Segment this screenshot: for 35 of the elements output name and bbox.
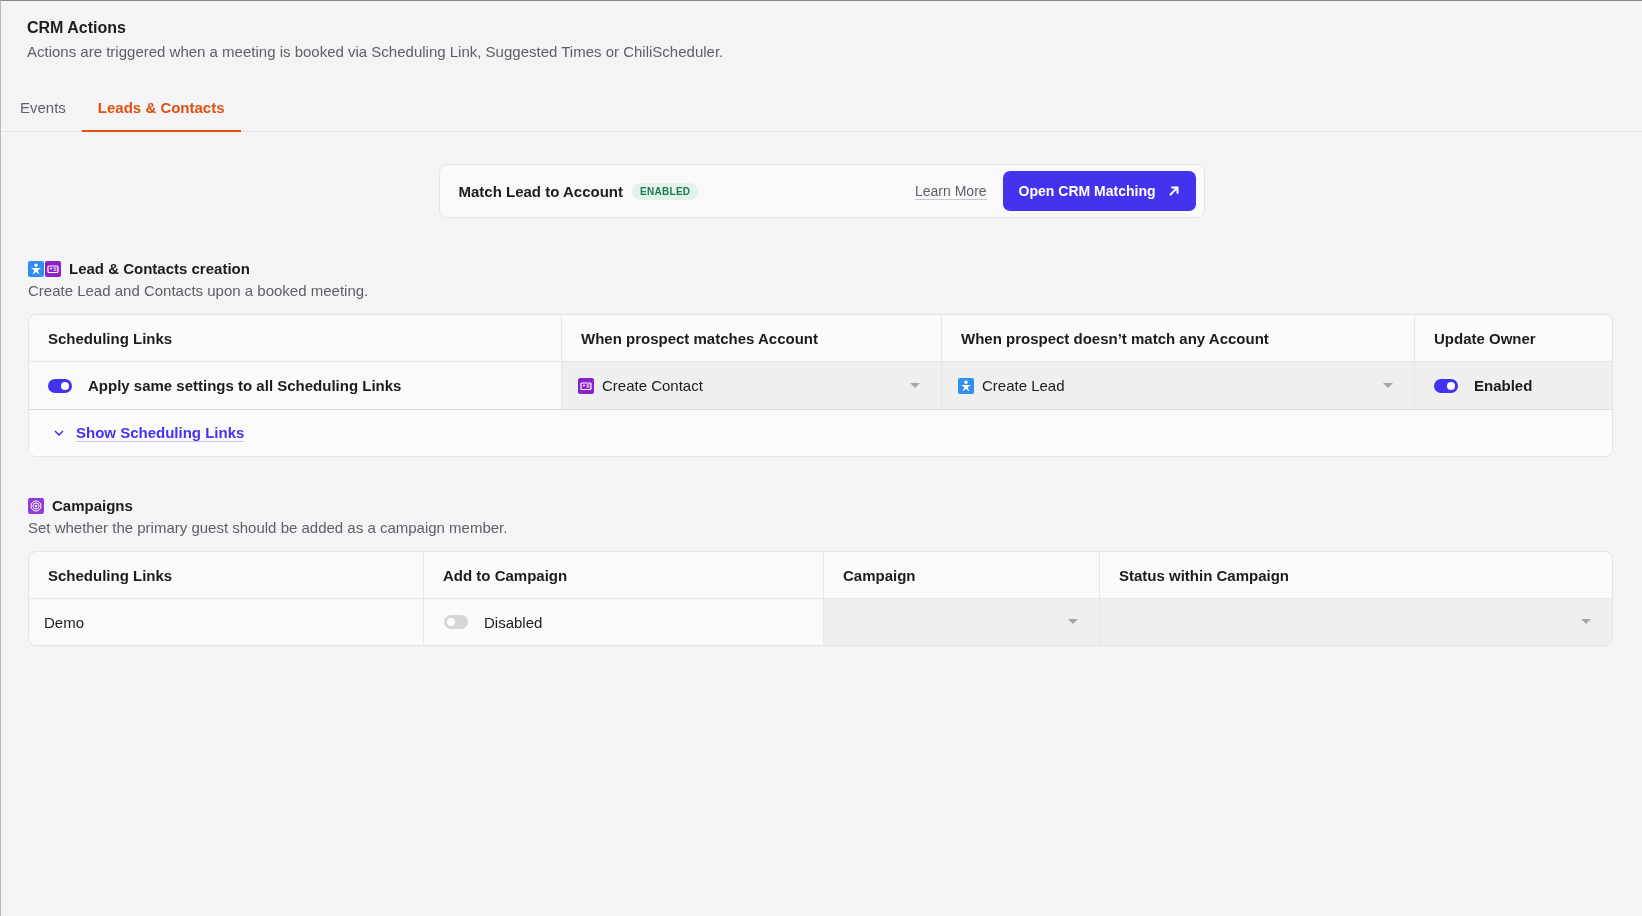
toggle-label: Enabled xyxy=(1474,377,1533,394)
toggle-switch[interactable] xyxy=(444,615,468,629)
dropdown[interactable]: Create Lead xyxy=(941,362,1414,409)
section-title: Campaigns xyxy=(52,497,133,514)
section-title: Lead & Contacts creation xyxy=(69,260,250,277)
toggle-switch[interactable] xyxy=(48,378,72,393)
page-subtitle: Actions are triggered when a meeting is booked via Scheduling Link, Suggested Times or ChiliScheduler. xyxy=(27,43,725,60)
status-badge: ENABLED xyxy=(631,182,699,200)
tab[interactable]: Leads & Contacts xyxy=(81,89,241,132)
target-icon xyxy=(28,497,44,514)
toggle-switch[interactable] xyxy=(1434,378,1458,393)
toggle-label: Apply same settings to all Scheduling Links xyxy=(88,377,402,394)
table-cell: Demo xyxy=(44,613,84,631)
column-header: Add to Campaign xyxy=(423,552,823,599)
toggle-label: Disabled xyxy=(484,613,543,631)
dropdown[interactable] xyxy=(823,599,1099,645)
contact-card-icon xyxy=(578,377,594,394)
dropdown[interactable] xyxy=(1099,599,1612,645)
open-crm-matching-button[interactable]: Open CRM Matching xyxy=(1002,171,1196,211)
contact-card-icon xyxy=(45,260,61,277)
dropdown[interactable]: Create Contact xyxy=(561,362,941,409)
learn-more-link[interactable]: Learn More xyxy=(915,182,987,200)
page-title: CRM Actions xyxy=(27,18,127,38)
column-header: Scheduling Links xyxy=(29,315,561,362)
column-header: Scheduling Links xyxy=(29,552,423,599)
caret-icon xyxy=(1068,619,1078,625)
section-description: Set whether the primary guest should be added as a campaign member. xyxy=(28,519,509,536)
show-scheduling-links-link[interactable]: Show Scheduling Links xyxy=(54,424,245,442)
section-description: Create Lead and Contacts upon a booked meeting. xyxy=(28,282,370,299)
external-arrow-icon xyxy=(1167,185,1180,197)
card-label: Match Lead to Account xyxy=(458,182,623,200)
caret-icon xyxy=(910,382,920,389)
tab[interactable]: Events xyxy=(4,89,82,132)
caret-icon xyxy=(1581,619,1591,625)
caret-icon xyxy=(1383,382,1393,389)
